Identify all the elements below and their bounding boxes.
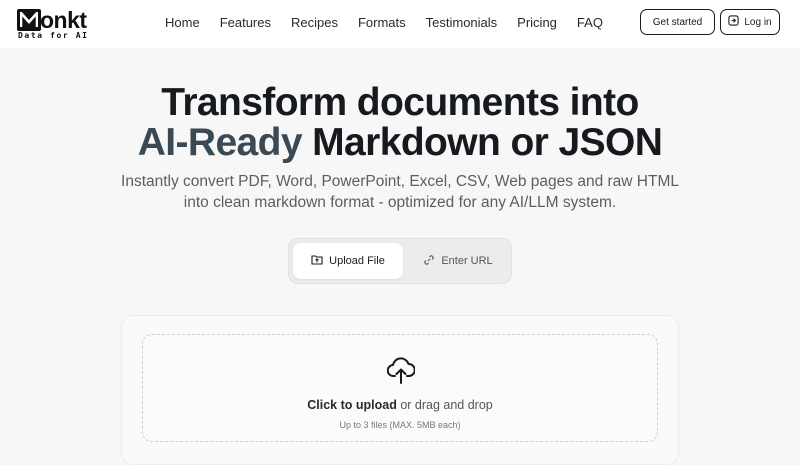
nav-links: Home Features Recipes Formats Testimonia… xyxy=(165,15,623,30)
dropzone-instructions: Click to upload or drag and drop xyxy=(143,398,657,412)
tab-enter-url-label: Enter URL xyxy=(441,255,493,267)
nav-link-pricing[interactable]: Pricing xyxy=(517,15,557,30)
hero-title: Transform documents into AI-Ready Markdo… xyxy=(0,83,800,163)
hero-subtitle-line2: into clean markdown format - optimized f… xyxy=(183,194,617,211)
nav-link-features[interactable]: Features xyxy=(220,15,271,30)
nav-link-recipes[interactable]: Recipes xyxy=(291,15,338,30)
brand-name: onkt xyxy=(40,7,87,33)
folder-icon xyxy=(311,254,323,268)
drag-drop-text: or drag and drop xyxy=(396,398,493,412)
upload-limits-hint: Up to 3 files (MAX. 5MB each) xyxy=(339,420,461,430)
login-button[interactable]: Log in xyxy=(720,9,780,35)
nav-link-testimonials[interactable]: Testimonials xyxy=(426,15,498,30)
link-icon xyxy=(423,254,435,269)
brand-tagline: Data for AI xyxy=(18,31,89,40)
nav-link-faq[interactable]: FAQ xyxy=(577,15,603,30)
get-started-button[interactable]: Get started xyxy=(640,9,715,35)
hero-title-line2: Markdown or JSON xyxy=(301,121,663,164)
tab-upload-file[interactable]: Upload File xyxy=(293,243,403,279)
login-icon xyxy=(728,15,740,29)
hero-subtitle: Instantly convert PDF, Word, PowerPoint,… xyxy=(0,171,800,213)
tab-enter-url[interactable]: Enter URL xyxy=(403,243,513,279)
nav-link-home[interactable]: Home xyxy=(165,15,200,30)
nav-link-formats[interactable]: Formats xyxy=(358,15,406,30)
brand-logo[interactable]: onkt Data for AI xyxy=(17,7,99,41)
hero-subtitle-line1: Instantly convert PDF, Word, PowerPoint,… xyxy=(121,173,679,190)
get-started-label: Get started xyxy=(652,16,703,28)
login-label: Log in xyxy=(744,16,772,28)
file-dropzone[interactable]: Click to upload or drag and drop Up to 3… xyxy=(142,334,658,442)
hero-title-line1: Transform documents into xyxy=(161,81,639,124)
cloud-upload-icon xyxy=(386,355,416,390)
tab-upload-file-label: Upload File xyxy=(329,255,385,267)
click-to-upload-link[interactable]: Click to upload xyxy=(307,398,397,412)
input-mode-tabs: Upload File Enter URL xyxy=(288,238,512,284)
hero-title-accent: AI-Ready xyxy=(137,121,303,164)
m-logo-icon xyxy=(17,9,41,31)
top-nav: onkt Data for AI Home Features Recipes F… xyxy=(0,0,800,48)
